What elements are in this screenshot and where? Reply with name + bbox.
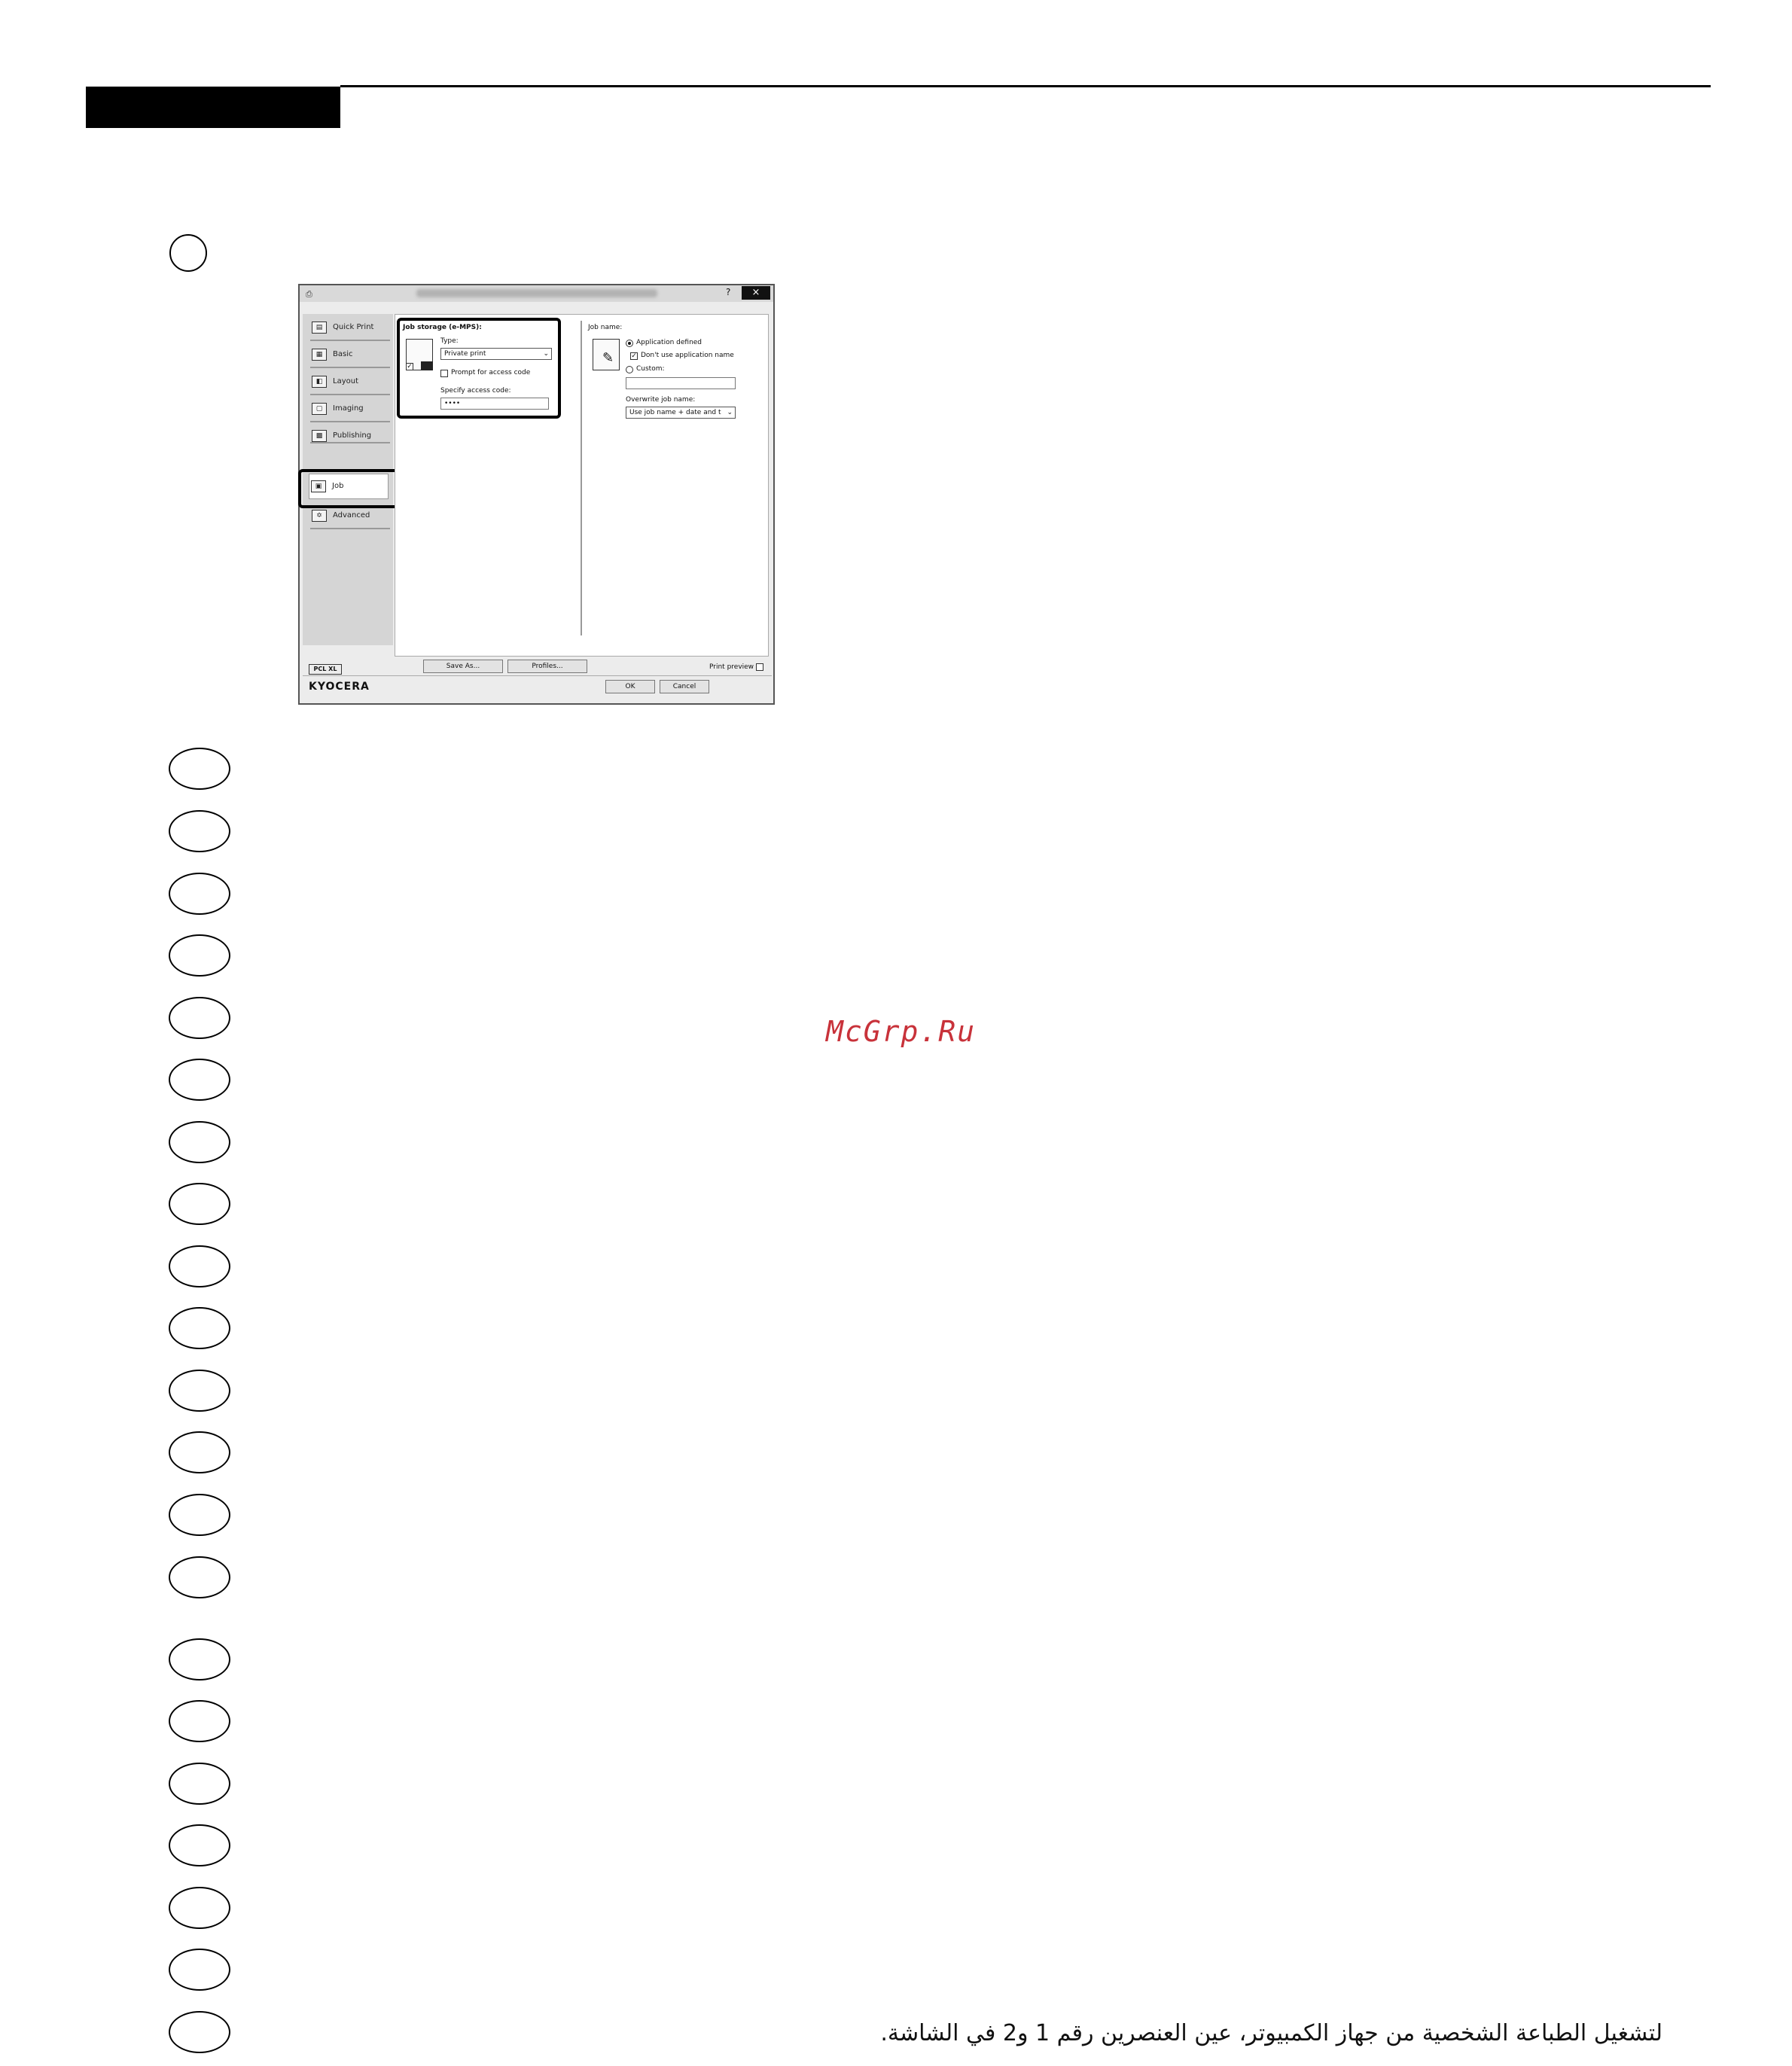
language-marker-oval (169, 1494, 230, 1536)
custom-radio[interactable] (626, 366, 633, 373)
print-preview-label: Print preview (709, 663, 754, 671)
job-name-heading: Job name: (588, 324, 623, 331)
language-marker-oval (169, 873, 230, 915)
sidebar-item-basic[interactable]: ▦ Basic (310, 343, 390, 368)
sidebar-item-label: Quick Print (333, 323, 374, 331)
pcl-xl-badge: PCL XL (309, 664, 342, 675)
quick-print-icon: ▤ (312, 321, 327, 334)
job-highlight-frame (298, 469, 401, 508)
publishing-icon: ▩ (312, 430, 327, 442)
language-marker-oval (169, 1245, 230, 1287)
lock-icon (421, 361, 433, 370)
dialog-title-blurred (416, 289, 657, 297)
kyocera-logo: KYOCERA (309, 681, 370, 693)
language-marker-oval (169, 1763, 230, 1805)
dialog-titlebar: ⎙ ? × (300, 285, 773, 302)
language-marker-oval (169, 997, 230, 1039)
language-marker-circle (169, 234, 207, 272)
overwrite-select-value: Use job name + date and t (629, 409, 721, 416)
custom-label: Custom: (636, 365, 665, 373)
language-marker-oval (169, 1638, 230, 1681)
advanced-icon: ✡ (312, 510, 327, 522)
dont-use-app-name-checkbox[interactable]: ✓ (630, 352, 638, 360)
language-marker-oval (169, 2011, 230, 2053)
language-marker-oval (169, 1059, 230, 1101)
print-preview-checkbox[interactable] (756, 663, 763, 671)
job-name-pen-icon: ✎ (593, 339, 620, 370)
application-defined-radio[interactable] (626, 340, 633, 347)
language-marker-oval (169, 1556, 230, 1598)
basic-icon: ▦ (312, 349, 327, 361)
type-select-value: Private print (444, 350, 486, 358)
type-label: Type: (440, 337, 459, 345)
access-code-label: Specify access code: (440, 387, 511, 395)
sidebar-item-label: Publishing (333, 431, 372, 440)
language-marker-oval (169, 1370, 230, 1412)
language-marker-oval (169, 1949, 230, 1991)
printer-icon: ⎙ (306, 289, 312, 299)
job-storage-heading: Job storage (e-MPS): (403, 324, 482, 331)
help-button[interactable]: ? (726, 287, 730, 297)
application-defined-label: Application defined (636, 339, 702, 346)
job-settings-panel: Job storage (e-MPS): ✓ Type: Private pri… (395, 314, 769, 657)
sidebar-item-label: Basic (333, 350, 353, 358)
header-rule (340, 85, 1711, 87)
language-marker-oval (169, 1307, 230, 1349)
section-header-bar (86, 87, 340, 128)
language-marker-oval (169, 1700, 230, 1742)
sidebar-item-publishing[interactable]: ▩ Publishing (310, 424, 390, 443)
access-code-input[interactable]: •••• (440, 398, 549, 410)
close-button[interactable]: × (742, 286, 770, 300)
footer-separator (303, 675, 772, 676)
save-as-button[interactable]: Save As... (423, 660, 503, 673)
arabic-instruction-text: لتشغيل الطباعة الشخصية من جهاز الكمبيوتر… (880, 2020, 1662, 2046)
dont-use-app-name-label: Don't use application name (641, 352, 734, 359)
sidebar-item-label: Imaging (333, 404, 364, 413)
sidebar-item-quick-print[interactable]: ▤ Quick Print (310, 315, 390, 341)
language-marker-oval (169, 1824, 230, 1866)
printing-preferences-dialog: ⎙ ? × ▤ Quick Print ▦ Basic ◧ Layout ▢ I… (298, 284, 775, 705)
panel-divider (581, 321, 582, 635)
dialog-sidebar: ▤ Quick Print ▦ Basic ◧ Layout ▢ Imaging… (298, 314, 401, 645)
language-marker-oval (169, 1183, 230, 1225)
language-marker-oval (169, 748, 230, 790)
chevron-down-icon: ⌄ (543, 350, 549, 358)
cancel-button[interactable]: Cancel (660, 680, 709, 693)
checkmark-icon: ✓ (406, 363, 413, 370)
prompt-access-code-label: Prompt for access code (451, 369, 531, 376)
sidebar-item-layout[interactable]: ◧ Layout (310, 370, 390, 395)
ok-button[interactable]: OK (605, 680, 655, 693)
sidebar-item-label: Advanced (333, 511, 370, 520)
type-select[interactable]: Private print ⌄ (440, 348, 552, 360)
language-marker-oval (169, 1121, 230, 1163)
overwrite-job-name-select[interactable]: Use job name + date and t ⌄ (626, 407, 736, 419)
watermark: McGrp.Ru (826, 1015, 977, 1048)
layout-icon: ◧ (312, 376, 327, 388)
language-marker-oval (169, 1887, 230, 1929)
language-marker-oval (169, 934, 230, 977)
profiles-button[interactable]: Profiles... (507, 660, 587, 673)
custom-name-input[interactable] (626, 377, 736, 389)
imaging-icon: ▢ (312, 403, 327, 415)
sidebar-item-imaging[interactable]: ▢ Imaging (310, 397, 390, 422)
prompt-access-code-checkbox[interactable] (440, 370, 448, 377)
chevron-down-icon: ⌄ (727, 409, 733, 416)
language-marker-oval (169, 810, 230, 852)
language-marker-oval (169, 1431, 230, 1473)
overwrite-job-name-label: Overwrite job name: (626, 396, 696, 404)
sidebar-item-label: Layout (333, 377, 358, 385)
